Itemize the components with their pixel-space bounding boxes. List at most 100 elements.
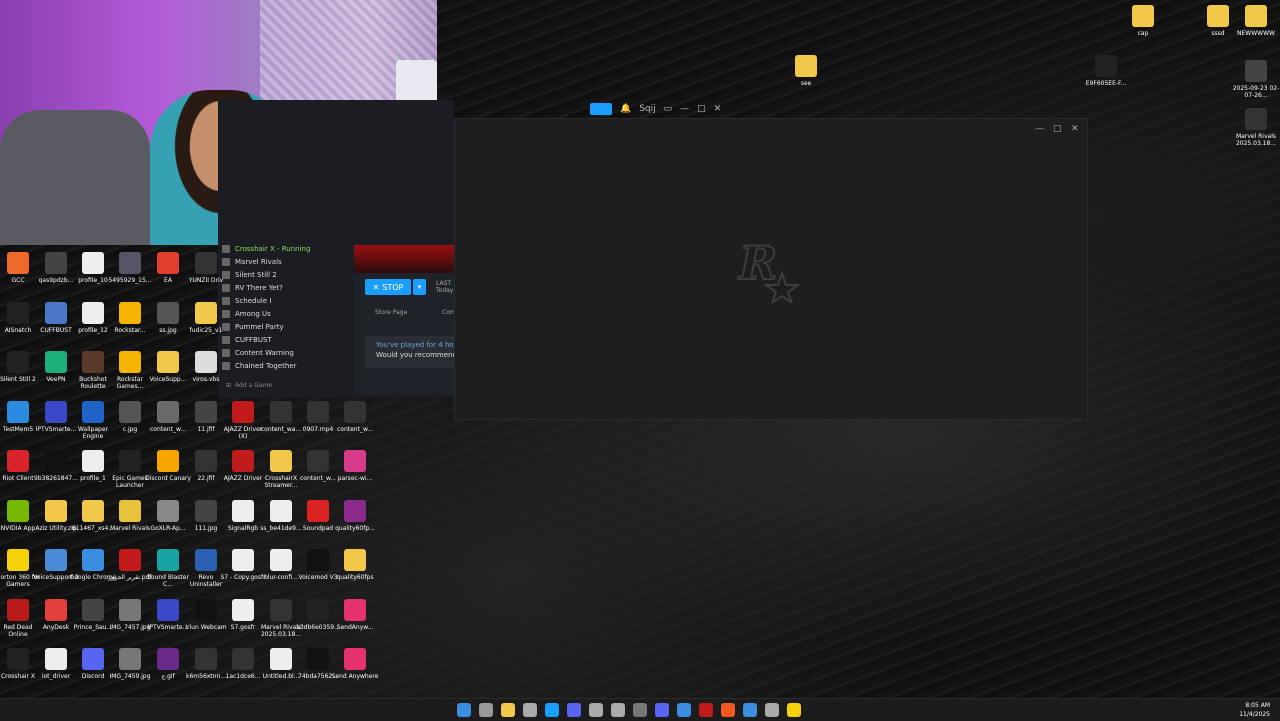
game-list-label: Silent Still 2 — [235, 270, 277, 279]
game-list-item[interactable]: RV There Yet? — [222, 281, 354, 294]
app-icon — [344, 400, 366, 423]
maximize-icon[interactable]: □ — [697, 104, 706, 114]
app-icon — [195, 252, 217, 274]
close-icon[interactable]: ✕ — [1071, 124, 1079, 134]
app-icon — [232, 499, 254, 522]
game-list-item[interactable]: Schedule I — [222, 294, 354, 307]
app-icon — [307, 648, 329, 670]
desktop-icon-label: Send Anywhere — [331, 673, 379, 680]
steam-broadcast-button[interactable] — [590, 103, 612, 115]
app-icon — [307, 598, 329, 621]
minimize-icon[interactable]: — — [1035, 124, 1044, 134]
steam-game-list: Crosshair X - Running Marvel Rivals Silent… — [222, 242, 354, 372]
desktop-icon[interactable]: fudic25_v1 — [182, 301, 230, 334]
desktop-icon[interactable]: quality60fp... — [331, 499, 379, 532]
desktop-icon[interactable]: quality60fps — [331, 549, 379, 581]
monitor-icon[interactable]: ▭ — [664, 104, 673, 114]
taskbar-app-icon[interactable] — [765, 703, 779, 717]
close-x-icon: ✕ — [372, 282, 380, 292]
taskbar: 8:05 AM 11/4/2025 — [0, 698, 1280, 721]
desktop-icon[interactable]: parsec-wi... — [331, 450, 379, 482]
desktop-icon[interactable]: YUNZII Driv — [182, 252, 230, 284]
desktop-icon-label: NEWWWWW — [1237, 30, 1275, 37]
game-list-label: Chained Together — [235, 361, 297, 370]
maximize-icon[interactable]: □ — [1053, 124, 1062, 134]
app-icon — [307, 400, 329, 423]
app-icon — [7, 499, 29, 522]
taskbar-app-icon[interactable] — [589, 703, 603, 717]
add-game-button[interactable]: ⊞ Add a Game — [226, 382, 272, 389]
app-icon — [119, 450, 141, 472]
taskbar-app-icon[interactable] — [479, 703, 493, 717]
taskbar-app-icon[interactable] — [501, 703, 515, 717]
game-list-item[interactable]: Among Us — [222, 307, 354, 320]
desktop-icon-label: Marvel Rivals 2025.03.18... — [1235, 133, 1277, 147]
game-list-item[interactable]: Marvel Rivals — [222, 255, 354, 268]
taskbar-app-icon[interactable] — [545, 703, 559, 717]
game-list-label: RV There Yet? — [235, 283, 283, 292]
bell-icon[interactable]: 🔔 — [620, 104, 631, 114]
app-icon — [232, 648, 254, 670]
svg-text:R: R — [737, 236, 777, 290]
game-list-item[interactable]: Crosshair X - Running — [222, 242, 354, 255]
desktop-icon-label: content_w... — [336, 425, 374, 433]
app-icon — [7, 549, 29, 571]
app-icon — [45, 648, 67, 670]
store-page-tab[interactable]: Store Page — [375, 309, 407, 316]
app-icon — [157, 450, 179, 472]
app-icon — [45, 400, 67, 423]
desktop-icon[interactable]: SendAnyw... — [331, 598, 379, 631]
game-list-item[interactable]: CUFFBUST — [222, 333, 354, 346]
taskbar-app-icon[interactable] — [457, 703, 471, 717]
close-icon[interactable]: ✕ — [714, 104, 722, 114]
rv-icon — [222, 283, 230, 292]
last-played-title: LAST — [436, 280, 452, 287]
desktop-icon[interactable]: Marvel Rivals 2025.03.18... — [1232, 108, 1280, 147]
minimize-icon[interactable]: — — [680, 104, 689, 114]
taskbar-app-icon[interactable] — [699, 703, 713, 717]
taskbar-app-icon[interactable] — [721, 703, 735, 717]
game-list-item[interactable]: Chained Together — [222, 359, 354, 372]
game-list-item[interactable]: Silent Still 2 — [222, 268, 354, 281]
app-icon — [45, 351, 67, 373]
desktop-icon[interactable]: viros.vbs — [182, 351, 230, 383]
desktop-icon[interactable]: E9F605EE-F... — [1082, 55, 1130, 87]
app-icon — [195, 549, 217, 571]
taskbar-app-icon[interactable] — [611, 703, 625, 717]
app-icon — [45, 598, 67, 621]
app-icon — [119, 252, 141, 274]
taskbar-app-icon[interactable] — [787, 703, 801, 717]
app-icon — [82, 598, 104, 621]
stop-button[interactable]: ✕ STOP — [365, 279, 411, 295]
taskbar-app-icon[interactable] — [523, 703, 537, 717]
desktop-icon[interactable]: NEWWWWW — [1232, 5, 1280, 37]
taskbar-app-icon[interactable] — [743, 703, 757, 717]
add-game-label: Add a Game — [235, 382, 273, 389]
user-label[interactable]: Sqij — [639, 104, 655, 114]
folder-icon — [1207, 5, 1229, 27]
desktop-icon[interactable]: content_w... — [331, 400, 379, 433]
stop-dropdown-button[interactable]: ▾ — [413, 279, 426, 295]
app-icon — [82, 499, 104, 522]
app-icon — [157, 648, 179, 670]
app-icon — [119, 499, 141, 522]
app-icon — [157, 301, 179, 324]
game-list-item[interactable]: Pummel Party — [222, 320, 354, 333]
desktop-icon-label: 2025-09-23 02-07-26... — [1232, 85, 1280, 99]
app-icon — [344, 450, 366, 472]
desktop-icon[interactable]: Send Anywhere — [331, 648, 379, 680]
app-icon — [344, 598, 366, 621]
app-icon — [344, 499, 366, 522]
desktop-icon[interactable]: cap — [1119, 5, 1167, 37]
app-icon — [119, 301, 141, 324]
taskbar-app-icon[interactable] — [677, 703, 691, 717]
desktop-icon[interactable]: see — [782, 55, 830, 87]
desktop-icon[interactable]: 2025-09-23 02-07-26... — [1232, 60, 1280, 99]
app-icon — [82, 252, 104, 274]
game-list-item[interactable]: Content Warning — [222, 346, 354, 359]
taskbar-app-icon[interactable] — [633, 703, 647, 717]
app-icon — [157, 549, 179, 571]
taskbar-app-icon[interactable] — [655, 703, 669, 717]
clock[interactable]: 8:05 AM 11/4/2025 — [1239, 701, 1270, 719]
taskbar-app-icon[interactable] — [567, 703, 581, 717]
